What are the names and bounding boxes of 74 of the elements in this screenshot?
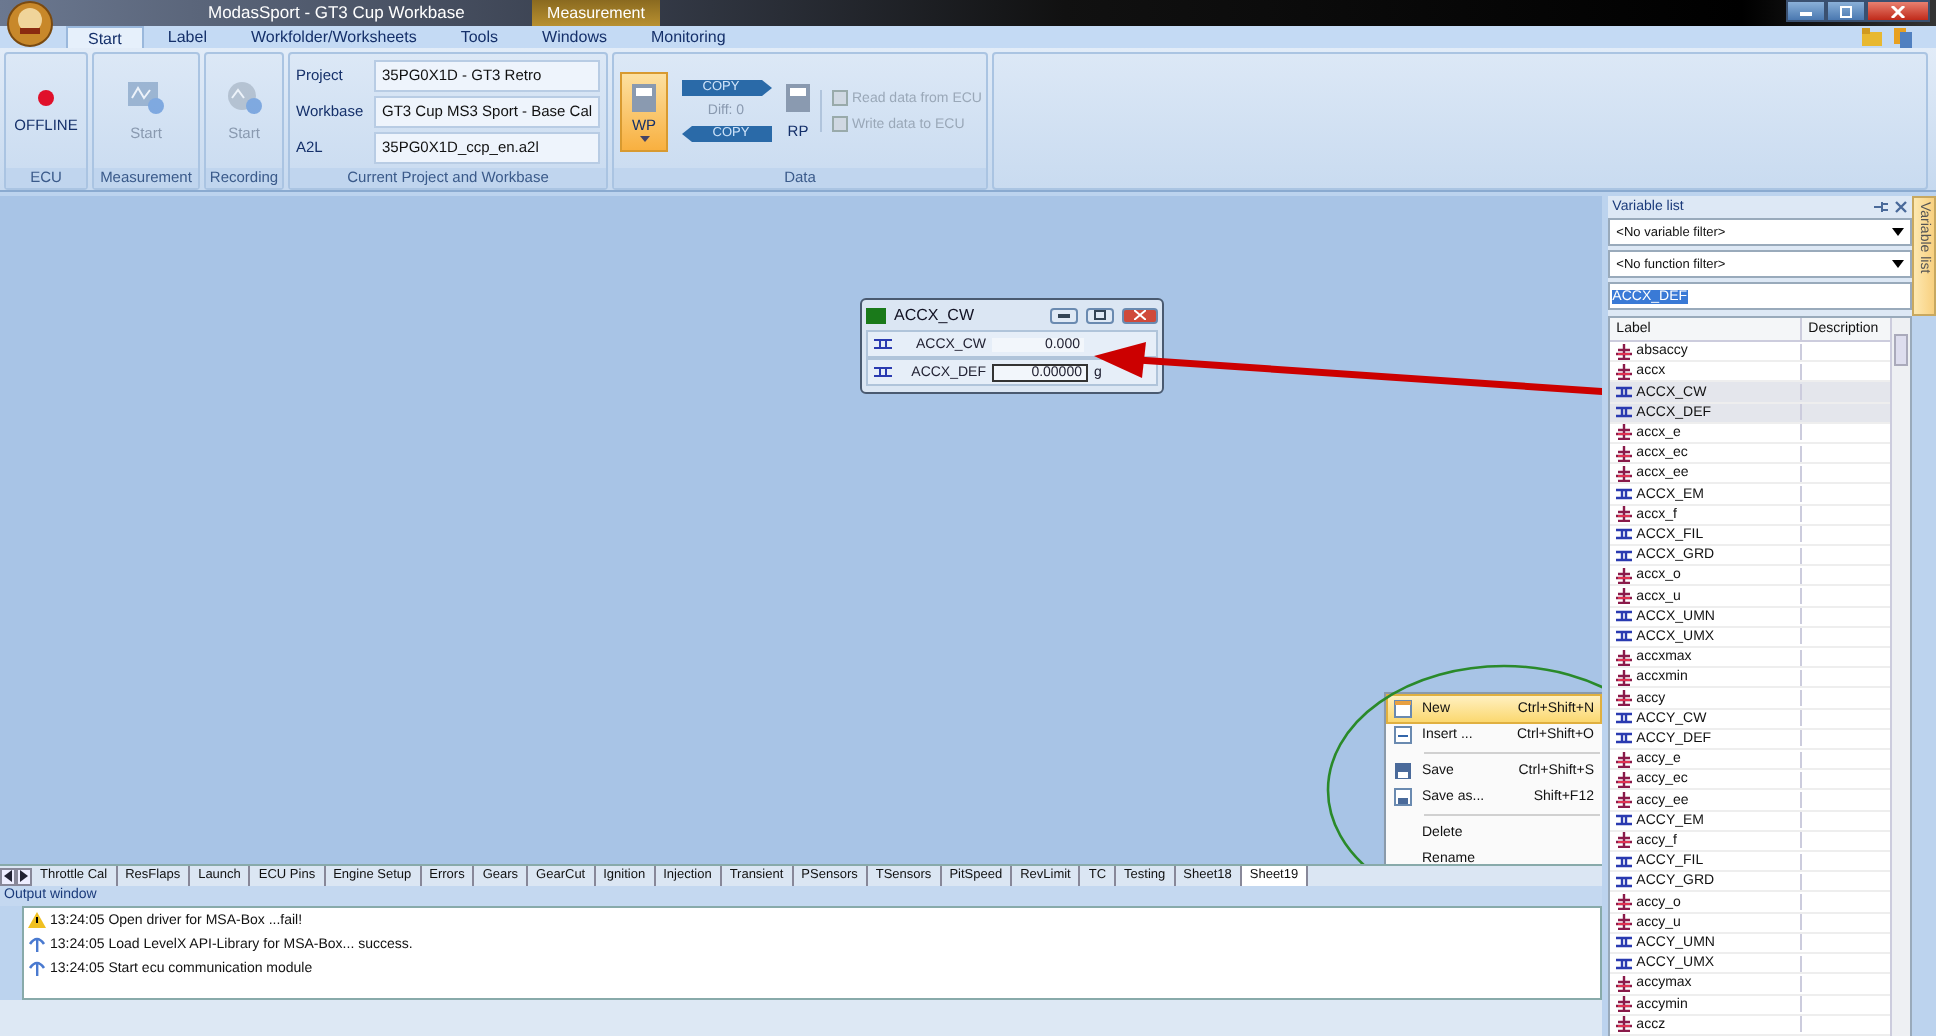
parameter-icon xyxy=(1616,343,1633,360)
parameter-icon xyxy=(1616,996,1633,1013)
signal-icon xyxy=(1616,404,1633,421)
ribbon-tab[interactable]: Workfolder/Worksheets xyxy=(230,26,437,48)
record-play-icon xyxy=(224,80,264,116)
ribbon-tab[interactable]: Monitoring xyxy=(630,26,746,48)
signal-icon xyxy=(1616,608,1633,625)
window-title: ACCX_CW xyxy=(894,306,975,324)
ribbon-tab[interactable]: Start xyxy=(66,26,144,48)
document-icon xyxy=(630,81,658,113)
maximize-icon xyxy=(1838,5,1854,17)
scroll-left-button[interactable] xyxy=(0,867,16,885)
dropdown-arrow-icon xyxy=(1892,228,1905,236)
signal-icon xyxy=(1616,628,1633,645)
close-icon xyxy=(1134,310,1146,320)
signal-icon xyxy=(1616,934,1633,951)
ribbon-tab[interactable]: Windows xyxy=(522,26,627,48)
window-title: ModasSport - GT3 Cup Workbase xyxy=(208,2,465,22)
signal-icon xyxy=(1616,730,1633,747)
signal-icon xyxy=(1616,384,1633,400)
new-sheet-icon xyxy=(1393,700,1411,718)
parameter-icon xyxy=(1616,832,1633,849)
contextual-tab-label: Measurement xyxy=(532,0,660,26)
parameter-icon xyxy=(1616,751,1633,768)
parameter-icon xyxy=(1616,363,1633,380)
parameter-icon xyxy=(1616,465,1633,482)
pin-button[interactable] xyxy=(1874,199,1889,213)
dropdown-arrow-icon xyxy=(639,135,649,141)
save-as-icon xyxy=(1393,788,1411,806)
maximize-button[interactable] xyxy=(1826,0,1866,22)
parameter-icon xyxy=(1616,424,1633,441)
parameter-icon xyxy=(1616,669,1633,686)
minimize-button[interactable] xyxy=(1050,307,1078,323)
signal-icon xyxy=(1616,812,1633,829)
signal-icon xyxy=(874,366,892,378)
insert-sheet-icon xyxy=(1393,726,1411,744)
maximize-icon xyxy=(1094,310,1106,320)
parameter-icon xyxy=(1616,506,1633,523)
scroll-right-button[interactable] xyxy=(16,867,32,885)
signal-icon xyxy=(1616,547,1633,564)
parameter-icon xyxy=(1616,1016,1633,1033)
close-button[interactable] xyxy=(1866,0,1930,22)
signal-icon xyxy=(1616,955,1633,972)
signal-icon xyxy=(1616,526,1633,543)
parameter-icon xyxy=(1616,445,1633,462)
parameter-icon xyxy=(1616,792,1633,809)
close-icon xyxy=(1890,5,1906,17)
minimize-button[interactable] xyxy=(1786,0,1826,22)
parameter-icon xyxy=(1616,649,1633,666)
waveform-play-icon xyxy=(126,80,166,116)
maximize-button[interactable] xyxy=(1086,307,1114,323)
parameter-icon xyxy=(1616,771,1633,788)
scrollbar[interactable] xyxy=(1890,318,1911,1036)
signal-icon xyxy=(1616,710,1633,727)
monitor-icon xyxy=(866,307,886,323)
parameter-icon xyxy=(1616,567,1633,584)
ribbon-tab[interactable]: Tools xyxy=(440,26,519,48)
signal-icon xyxy=(874,338,892,350)
parameter-icon xyxy=(1616,894,1633,911)
document-icon xyxy=(784,82,812,114)
parameter-icon xyxy=(1616,690,1633,707)
signal-icon xyxy=(1616,486,1633,503)
warning-icon xyxy=(28,912,46,928)
close-button[interactable] xyxy=(1894,199,1909,213)
ribbon-tab[interactable]: Label xyxy=(147,26,227,48)
close-button[interactable] xyxy=(1122,307,1158,323)
minimize-icon xyxy=(1058,312,1070,318)
signal-icon xyxy=(1616,853,1633,870)
signal-icon xyxy=(1616,873,1633,890)
parameter-icon xyxy=(1616,914,1633,931)
parameter-icon xyxy=(1616,975,1633,992)
save-icon xyxy=(1393,762,1411,780)
dropdown-arrow-icon xyxy=(1892,260,1905,268)
parameter-icon xyxy=(1616,588,1633,605)
